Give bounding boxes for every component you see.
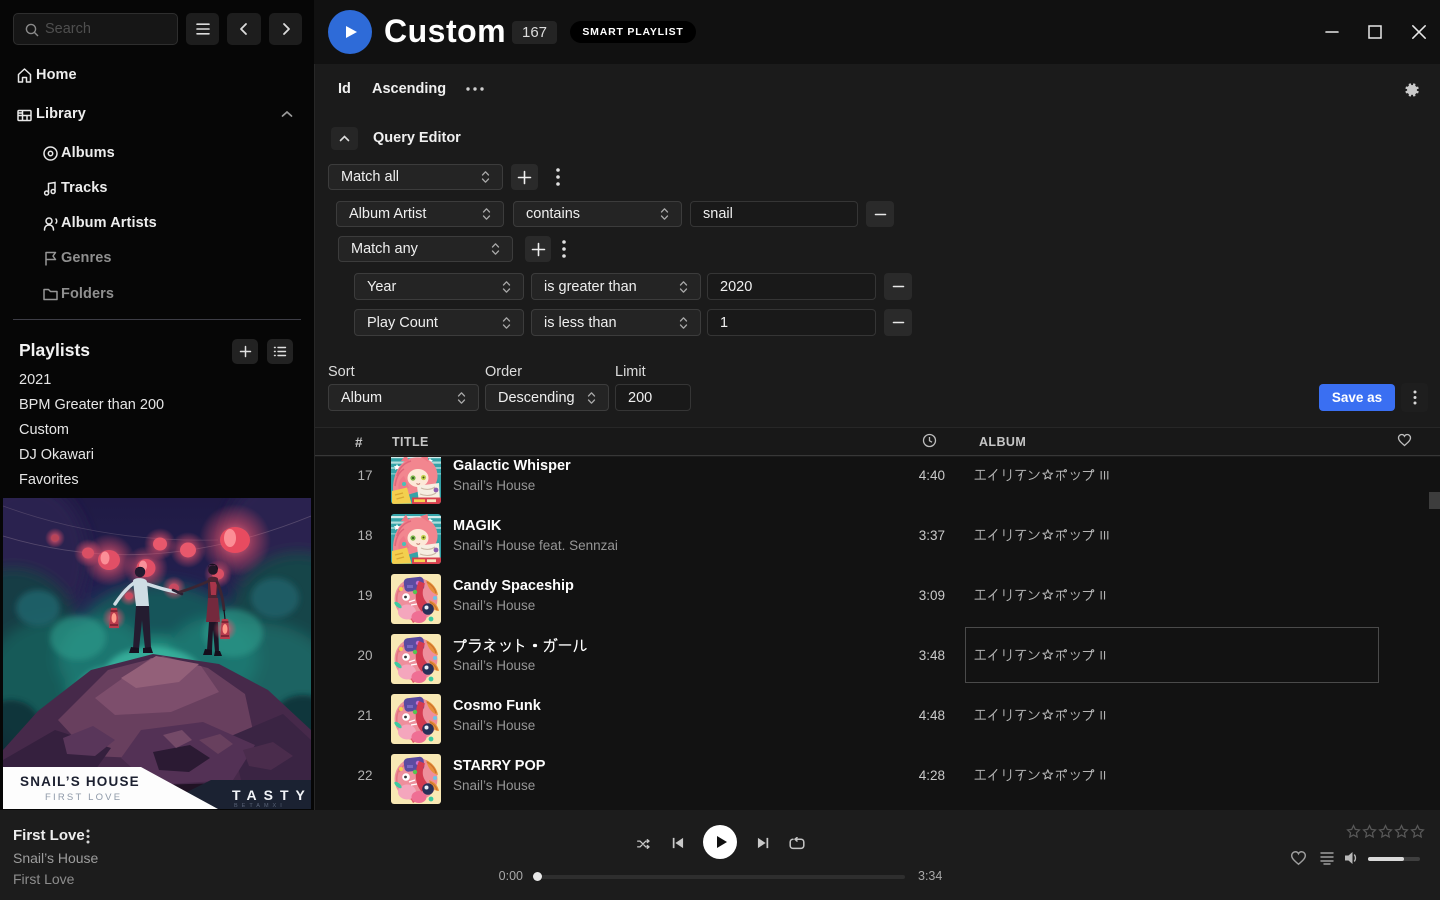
svg-text:II: II: [1100, 768, 1107, 782]
svg-text:SNAIL’S HOUSE: SNAIL’S HOUSE: [20, 774, 140, 789]
svg-text:TASTY: TASTY: [232, 787, 311, 803]
svg-text:II: II: [1100, 588, 1107, 602]
svg-text:FIRST LOVE: FIRST LOVE: [45, 792, 122, 803]
svg-text:BETAMXI: BETAMXI: [234, 803, 286, 809]
svg-text:III: III: [1100, 468, 1110, 482]
svg-text:III: III: [1100, 528, 1110, 542]
svg-text:II: II: [1100, 708, 1107, 722]
